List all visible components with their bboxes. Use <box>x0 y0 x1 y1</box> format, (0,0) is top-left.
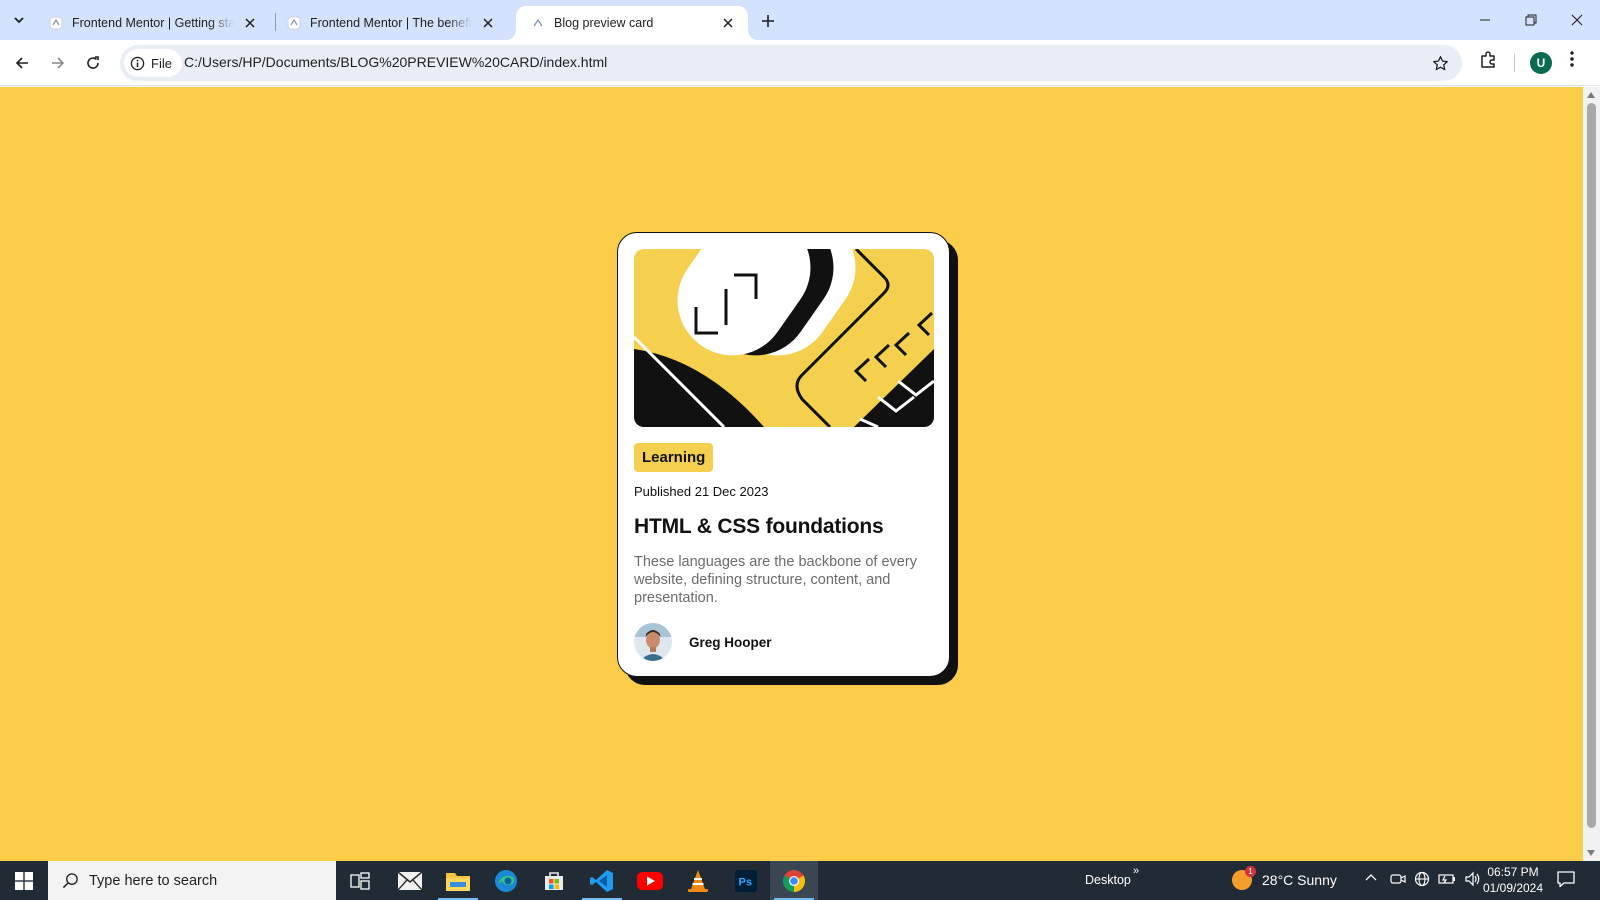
blog-preview-card: Learning Published 21 Dec 2023 HTML & CS… <box>617 232 950 677</box>
toolbar-expand-chevron[interactable]: » <box>1133 865 1139 877</box>
new-tab-button[interactable] <box>756 9 780 33</box>
taskbar-search-box[interactable]: Type here to search <box>48 861 336 900</box>
avatar <box>634 623 672 661</box>
scrollbar-thumb[interactable] <box>1587 103 1596 828</box>
plus-icon <box>762 15 774 27</box>
tab-getting-started[interactable]: Frontend Mentor | Getting started <box>34 6 270 40</box>
vlc-cone-icon <box>688 869 708 892</box>
kebab-menu-icon[interactable] <box>1570 51 1574 72</box>
minimize-button[interactable] <box>1462 0 1508 40</box>
tab-title: Frontend Mentor | Getting started <box>72 16 234 30</box>
chevron-up-icon[interactable] <box>1364 871 1378 892</box>
vscode-button[interactable] <box>578 861 626 900</box>
reload-icon <box>87 56 99 69</box>
scroll-down-arrow-icon[interactable] <box>1587 850 1595 856</box>
store-icon <box>545 871 563 890</box>
photoshop-icon: Ps <box>735 869 757 892</box>
browser-toolbar: File C:/Users/HP/Documents/BLOG%20PREVIE… <box>0 40 1600 86</box>
page-viewport: Learning Published 21 Dec 2023 HTML & CS… <box>0 87 1583 861</box>
vertical-scrollbar[interactable] <box>1583 87 1600 861</box>
close-tab-icon[interactable] <box>240 13 260 33</box>
profile-avatar[interactable]: U <box>1530 52 1552 74</box>
clock-date: 01/09/2024 <box>1482 881 1544 895</box>
card-title[interactable]: HTML & CSS foundations <box>634 515 933 539</box>
meet-now-icon[interactable] <box>1390 871 1406 892</box>
card-description: These languages are the backbone of ever… <box>634 554 917 606</box>
frontend-mentor-favicon-icon <box>48 15 64 31</box>
close-tab-icon[interactable] <box>718 13 738 33</box>
published-date: Published 21 Dec 2023 <box>634 484 769 499</box>
youtube-icon <box>637 871 663 890</box>
page-favicon-icon <box>530 15 546 31</box>
battery-icon[interactable] <box>1438 871 1456 892</box>
folder-icon <box>446 872 470 891</box>
weather-badge: 1 <box>1245 866 1256 877</box>
forward-button[interactable] <box>44 49 72 77</box>
mail-icon <box>398 871 422 890</box>
category-tag: Learning <box>634 443 714 472</box>
scroll-up-arrow-icon[interactable] <box>1587 92 1595 98</box>
windows-taskbar: Type here to search Ps Desktop » 1 28°C … <box>0 861 1600 900</box>
tab-blog-preview-card[interactable]: Blog preview card <box>516 6 748 40</box>
microsoft-store-button[interactable] <box>530 861 578 900</box>
windows-logo-icon <box>15 871 33 890</box>
globe-icon[interactable] <box>1414 871 1430 892</box>
tab-strip: Frontend Mentor | Getting started Fronte… <box>0 0 1600 40</box>
taskbar-clock[interactable]: 06:57 PM 01/09/2024 <box>1478 864 1548 896</box>
reload-button[interactable] <box>79 49 107 77</box>
chrome-button[interactable] <box>770 861 818 900</box>
restore-button[interactable] <box>1508 0 1554 40</box>
close-tab-icon[interactable] <box>478 13 498 33</box>
photoshop-button[interactable]: Ps <box>722 861 770 900</box>
sun-icon: 1 <box>1232 866 1256 890</box>
chevron-down-icon <box>14 17 24 24</box>
weather-widget[interactable]: 1 28°C Sunny <box>1232 866 1337 890</box>
site-info-chip[interactable]: File <box>124 49 182 77</box>
task-view-button[interactable] <box>336 861 384 900</box>
search-icon <box>62 872 79 889</box>
card-illustration <box>634 249 934 427</box>
weather-text: 28°C Sunny <box>1262 872 1337 888</box>
tab-search-button[interactable] <box>6 7 32 33</box>
vscode-icon <box>590 869 613 892</box>
author-name: Greg Hooper <box>689 634 772 650</box>
clock-time: 06:57 PM <box>1487 865 1539 879</box>
bookmark-star-icon[interactable] <box>1430 53 1450 73</box>
restore-icon <box>1525 14 1537 26</box>
start-button[interactable] <box>0 861 48 900</box>
extensions-puzzle-icon[interactable] <box>1478 50 1498 75</box>
arrow-right-icon <box>52 57 65 69</box>
mail-app-button[interactable] <box>386 861 434 900</box>
youtube-button[interactable] <box>626 861 674 900</box>
vlc-button[interactable] <box>674 861 722 900</box>
arrow-left-icon <box>15 57 28 69</box>
site-info-label: File <box>151 55 172 71</box>
chrome-icon <box>783 869 805 892</box>
desktop-toolbar-label[interactable]: Desktop <box>1085 873 1131 887</box>
author: Greg Hooper <box>634 623 933 661</box>
back-button[interactable] <box>8 49 36 77</box>
edge-button[interactable] <box>482 861 530 900</box>
frontend-mentor-favicon-icon <box>286 15 302 31</box>
info-icon <box>130 56 145 71</box>
task-view-icon <box>350 871 370 890</box>
url-text[interactable]: C:/Users/HP/Documents/BLOG%20PREVIEW%20C… <box>184 54 607 70</box>
tab-title: Blog preview card <box>554 16 654 30</box>
tab-the-benefits[interactable]: Frontend Mentor | The benefits of <box>272 6 508 40</box>
address-bar[interactable]: File C:/Users/HP/Documents/BLOG%20PREVIE… <box>120 45 1462 81</box>
notification-icon[interactable] <box>1556 869 1576 894</box>
close-icon <box>1571 14 1583 26</box>
search-placeholder: Type here to search <box>89 872 218 889</box>
toolbar-divider <box>1514 54 1515 72</box>
tab-title: Frontend Mentor | The benefits of <box>310 16 472 30</box>
edge-icon <box>495 869 517 892</box>
minimize-icon <box>1480 19 1490 21</box>
close-window-button[interactable] <box>1554 0 1600 40</box>
svg-text:Ps: Ps <box>739 876 752 888</box>
system-tray <box>1364 871 1482 892</box>
file-explorer-button[interactable] <box>434 861 482 900</box>
